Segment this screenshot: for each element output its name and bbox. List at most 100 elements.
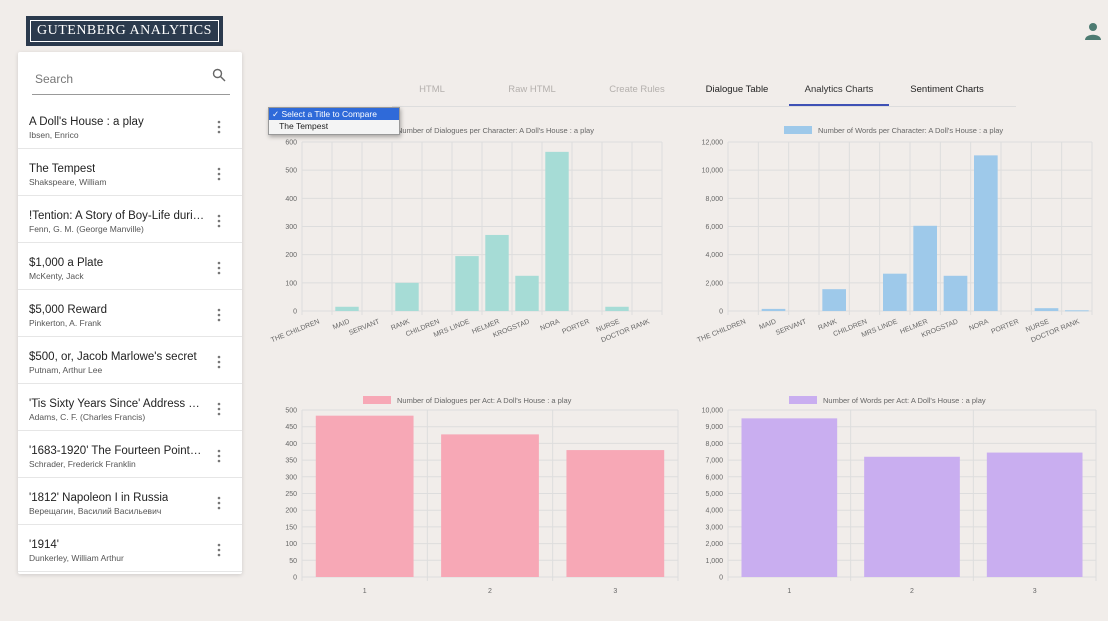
y-tick-label: 3,000	[705, 524, 723, 531]
more-options-icon[interactable]	[216, 355, 222, 369]
active-tab-indicator	[789, 104, 889, 106]
chart-bar[interactable]	[943, 275, 968, 311]
more-options-icon[interactable]	[216, 261, 222, 275]
x-tick-label: THE CHILDREN	[696, 318, 747, 344]
y-tick-label: 400	[285, 196, 297, 203]
book-list-item[interactable]: 'Tis Sixty Years Since' Address of Ch...…	[18, 384, 242, 431]
tab-dialogue-table[interactable]: Dialogue Table	[692, 84, 782, 95]
book-list-item[interactable]: The Tempest Shakspeare, William	[18, 149, 242, 196]
chart-plot: 0 2,000 4,000 6,000 8,000 10,000 12,000 THE CHI…	[696, 140, 1093, 344]
book-list-item[interactable]: $500, or, Jacob Marlowe's secret Putnam, …	[18, 337, 242, 384]
book-title: '1812' Napoleon I in Russia	[29, 492, 169, 504]
book-list: A Doll's House : a play Ibsen, Enrico The …	[18, 102, 242, 572]
chart-bar[interactable]	[883, 273, 907, 311]
tab-analytics-charts[interactable]: Analytics Charts	[789, 84, 889, 95]
tab-raw-html[interactable]: Raw HTML	[492, 84, 572, 95]
book-author: McKenty, Jack	[29, 271, 84, 281]
chart-bar[interactable]	[741, 418, 838, 577]
y-tick-label: 100	[285, 280, 297, 287]
more-options-icon[interactable]	[216, 214, 222, 228]
x-tick-label: SERVANT	[348, 318, 381, 337]
tab-html[interactable]: HTML	[392, 84, 472, 95]
dropdown-option[interactable]: The Tempest	[269, 120, 399, 132]
chart-bar[interactable]	[605, 306, 629, 311]
book-author: Верещагин, Василий Васильевич	[29, 506, 162, 516]
more-options-icon[interactable]	[216, 402, 222, 416]
tab-sentiment-charts[interactable]: Sentiment Charts	[892, 84, 1002, 95]
chart-bar[interactable]	[455, 256, 479, 311]
y-tick-label: 300	[285, 224, 297, 231]
book-author: Putnam, Arthur Lee	[29, 365, 103, 375]
more-options-icon[interactable]	[216, 449, 222, 463]
book-list-item[interactable]: '1683-1920' The Fourteen Points and ... S…	[18, 431, 242, 478]
y-tick-label: 300	[285, 474, 297, 481]
book-author: Adams, C. F. (Charles Francis)	[29, 412, 146, 422]
content-tabs: HTML Raw HTML Create Rules Dialogue Table An…	[392, 80, 1016, 107]
x-tick-label: 3	[1033, 588, 1037, 595]
x-tick-label: SERVANT	[775, 318, 808, 337]
more-options-icon[interactable]	[216, 496, 222, 510]
x-tick-label: MAID	[332, 318, 351, 331]
book-title: The Tempest	[29, 163, 96, 175]
y-tick-label: 2,000	[705, 541, 723, 548]
book-title: 'Tis Sixty Years Since' Address of Ch...	[29, 398, 205, 410]
chart-bar[interactable]	[1034, 308, 1059, 311]
chart-bar[interactable]	[545, 151, 569, 311]
more-options-icon[interactable]	[216, 543, 222, 557]
chart-bar[interactable]	[566, 450, 665, 577]
app-logo[interactable]: GUTENBERG ANALYTICS	[26, 16, 223, 46]
chart-bar[interactable]	[395, 282, 419, 311]
chart-bar[interactable]	[974, 155, 998, 311]
tab-create-rules[interactable]: Create Rules	[592, 84, 682, 95]
y-tick-label: 250	[285, 491, 297, 498]
book-title: $5,000 Reward	[29, 304, 107, 316]
chart-bar[interactable]	[441, 434, 539, 577]
book-list-item[interactable]: !Tention: A Story of Boy-Life during th.…	[18, 196, 242, 243]
more-options-icon[interactable]	[216, 308, 222, 322]
book-list-item[interactable]: '1914' Dunkerley, William Arthur	[18, 525, 242, 572]
user-account-icon[interactable]	[1085, 22, 1101, 40]
y-tick-label: 10,000	[702, 408, 724, 415]
dropdown-option[interactable]: ✓ Select a Title to Compare	[269, 108, 399, 120]
book-author: Pinkerton, A. Frank	[29, 318, 102, 328]
search-input[interactable]: Search	[35, 72, 73, 86]
x-tick-label: 1	[363, 588, 367, 595]
search-field[interactable]: Search	[32, 64, 230, 95]
more-options-icon[interactable]	[216, 120, 222, 134]
book-title: '1914'	[29, 539, 59, 551]
y-tick-label: 6,000	[705, 224, 723, 231]
y-tick-label: 12,000	[702, 140, 724, 147]
y-tick-label: 4,000	[705, 252, 723, 259]
y-tick-label: 500	[285, 408, 297, 415]
chart-bar[interactable]	[515, 275, 539, 311]
chart-bar[interactable]	[822, 289, 846, 311]
book-list-item[interactable]: A Doll's House : a play Ibsen, Enrico	[18, 102, 242, 149]
y-tick-label: 8,000	[705, 441, 723, 448]
y-tick-label: 6,000	[705, 474, 723, 481]
x-tick-label: THE CHILDREN	[270, 318, 321, 344]
book-title: !Tention: A Story of Boy-Life during th.…	[29, 210, 205, 222]
chart-bar[interactable]	[864, 456, 960, 577]
y-tick-label: 10,000	[702, 168, 724, 175]
x-tick-label: 2	[488, 588, 492, 595]
chart-bar[interactable]	[335, 306, 359, 311]
compare-title-dropdown[interactable]: ✓ Select a Title to Compare The Tempest	[268, 107, 400, 135]
y-tick-label: 0	[719, 309, 723, 316]
chart-bar[interactable]	[913, 225, 937, 311]
more-options-icon[interactable]	[216, 167, 222, 181]
search-icon[interactable]	[212, 68, 226, 82]
book-list-item[interactable]: $1,000 a Plate McKenty, Jack	[18, 243, 242, 290]
chart-plot: 0 50 100 150 200 250 300 350 400 450 500 1 2 3	[285, 408, 679, 595]
y-tick-label: 150	[285, 524, 297, 531]
chart-bar[interactable]	[761, 308, 786, 311]
book-list-item[interactable]: $5,000 Reward Pinkerton, A. Frank	[18, 290, 242, 337]
chart-bar[interactable]	[986, 452, 1083, 577]
chart-bar[interactable]	[1065, 310, 1089, 312]
chart-bar[interactable]	[315, 415, 414, 577]
chart-bar[interactable]	[485, 234, 509, 311]
y-tick-label: 4,000	[705, 508, 723, 515]
chart: Number of Words per Act: A Doll's House …	[688, 392, 1100, 602]
x-tick-label: NORA	[968, 318, 990, 332]
book-list-item[interactable]: '1812' Napoleon I in Russia Верещагин, Ва…	[18, 478, 242, 525]
x-tick-label: NORA	[539, 318, 561, 332]
